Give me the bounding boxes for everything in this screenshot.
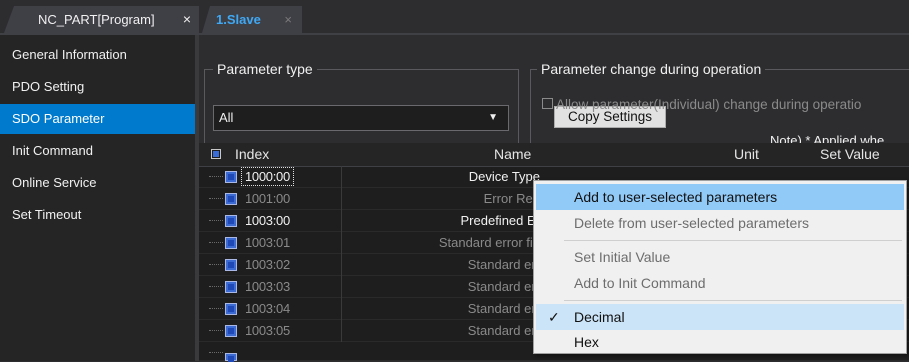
row-checkbox[interactable] [225, 259, 237, 271]
tree-connector [209, 308, 223, 309]
column-divider [341, 320, 342, 342]
check-icon: ✓ [548, 309, 560, 325]
sidebar-item-label: Set Timeout [12, 207, 82, 222]
tree-connector [209, 198, 223, 199]
document-tab-bar: NC_PART[Program] × 1.Slave × [0, 0, 909, 33]
tab-nc-part-program[interactable]: NC_PART[Program] × [4, 6, 199, 33]
row-index: 1003:03 [245, 279, 290, 294]
row-checkbox[interactable] [225, 325, 237, 337]
row-checkbox[interactable] [225, 171, 237, 183]
row-checkbox[interactable] [225, 215, 237, 227]
row-checkbox[interactable] [225, 303, 237, 315]
row-index: 1003:04 [245, 301, 290, 316]
column-divider [341, 166, 342, 188]
chevron-down-icon: ▼ [488, 112, 498, 123]
menu-item-add-to-init-command[interactable]: Add to Init Command [536, 270, 904, 296]
allow-change-checkbox[interactable]: Allow parameter(Individual) change durin… [542, 97, 861, 112]
row-name: Predefined Er [460, 213, 541, 228]
select-all-checkbox[interactable] [211, 149, 221, 159]
row-name: Device Type [468, 169, 540, 184]
column-divider [341, 232, 342, 254]
tree-connector [209, 286, 223, 287]
row-name: Standard err [467, 323, 540, 338]
row-name: Standard err [467, 279, 540, 294]
row-name: Standard err [467, 257, 540, 272]
checkbox-label: Allow parameter(Individual) change durin… [556, 97, 862, 112]
sidebar-item-pdo-setting[interactable]: PDO Setting [0, 72, 195, 102]
group-title: Parameter type [213, 61, 317, 77]
sidebar-item-label: General Information [12, 47, 127, 62]
menu-item-set-initial-value[interactable]: Set Initial Value [536, 244, 904, 270]
tab-label: NC_PART[Program] [38, 12, 155, 27]
column-divider [341, 276, 342, 298]
tree-connector [209, 352, 223, 353]
row-checkbox[interactable] [225, 193, 237, 205]
sidebar: General Information PDO Setting SDO Para… [0, 35, 195, 361]
parameter-type-select[interactable]: All ▼ [213, 105, 509, 131]
tree-connector [209, 264, 223, 265]
row-index: 1003:00 [245, 213, 290, 228]
column-divider [341, 254, 342, 276]
menu-item-decimal[interactable]: ✓ Decimal [536, 304, 904, 330]
row-name: Error Reg [483, 191, 540, 206]
close-icon[interactable]: × [284, 6, 292, 33]
tab-slave[interactable]: 1.Slave × [202, 6, 302, 33]
tree-connector [209, 176, 223, 177]
row-index: 1003:05 [245, 323, 290, 338]
header-unit[interactable]: Unit [734, 146, 759, 162]
column-divider [341, 298, 342, 320]
context-menu: Add to user-selected parameters Delete f… [533, 180, 907, 354]
sidebar-item-label: SDO Parameter [12, 111, 105, 126]
sidebar-item-sdo-parameter[interactable]: SDO Parameter [0, 104, 195, 134]
sidebar-item-label: PDO Setting [12, 79, 85, 94]
row-index: 1001:00 [245, 191, 290, 206]
menu-separator [564, 300, 902, 301]
tree-connector [209, 242, 223, 243]
row-index: 1003:02 [245, 257, 290, 272]
menu-item-delete-from-user-selected[interactable]: Delete from user-selected parameters [536, 210, 904, 236]
table-header: Index Name Unit Set Value [199, 143, 909, 167]
sidebar-item-label: Init Command [12, 143, 93, 158]
row-index: 1003:01 [245, 235, 290, 250]
sidebar-item-set-timeout[interactable]: Set Timeout [0, 200, 195, 230]
header-set-value[interactable]: Set Value [820, 146, 880, 162]
row-index: 1000:00 [241, 167, 294, 186]
row-checkbox[interactable] [225, 237, 237, 249]
row-name: Standard err [467, 301, 540, 316]
checkbox-icon [542, 98, 553, 109]
select-value: All [219, 110, 234, 125]
menu-item-add-to-user-selected[interactable]: Add to user-selected parameters [536, 184, 904, 210]
header-index[interactable]: Index [235, 146, 269, 162]
close-icon[interactable]: × [183, 6, 191, 33]
sidebar-item-label: Online Service [12, 175, 97, 190]
sidebar-item-online-service[interactable]: Online Service [0, 168, 195, 198]
row-checkbox[interactable] [225, 353, 237, 362]
row-name: Standard error fie [438, 235, 540, 250]
menu-item-label: Decimal [574, 309, 625, 325]
tree-connector [209, 330, 223, 331]
tab-label: 1.Slave [216, 12, 261, 27]
group-title: Parameter change during operation [537, 61, 766, 77]
column-divider [341, 188, 342, 210]
tree-connector [209, 220, 223, 221]
sidebar-item-general-information[interactable]: General Information [0, 40, 195, 70]
row-checkbox[interactable] [225, 281, 237, 293]
menu-item-hex[interactable]: Hex [536, 329, 904, 355]
menu-separator [564, 240, 902, 241]
header-name[interactable]: Name [494, 146, 531, 162]
sidebar-item-init-command[interactable]: Init Command [0, 136, 195, 166]
column-divider [341, 210, 342, 232]
